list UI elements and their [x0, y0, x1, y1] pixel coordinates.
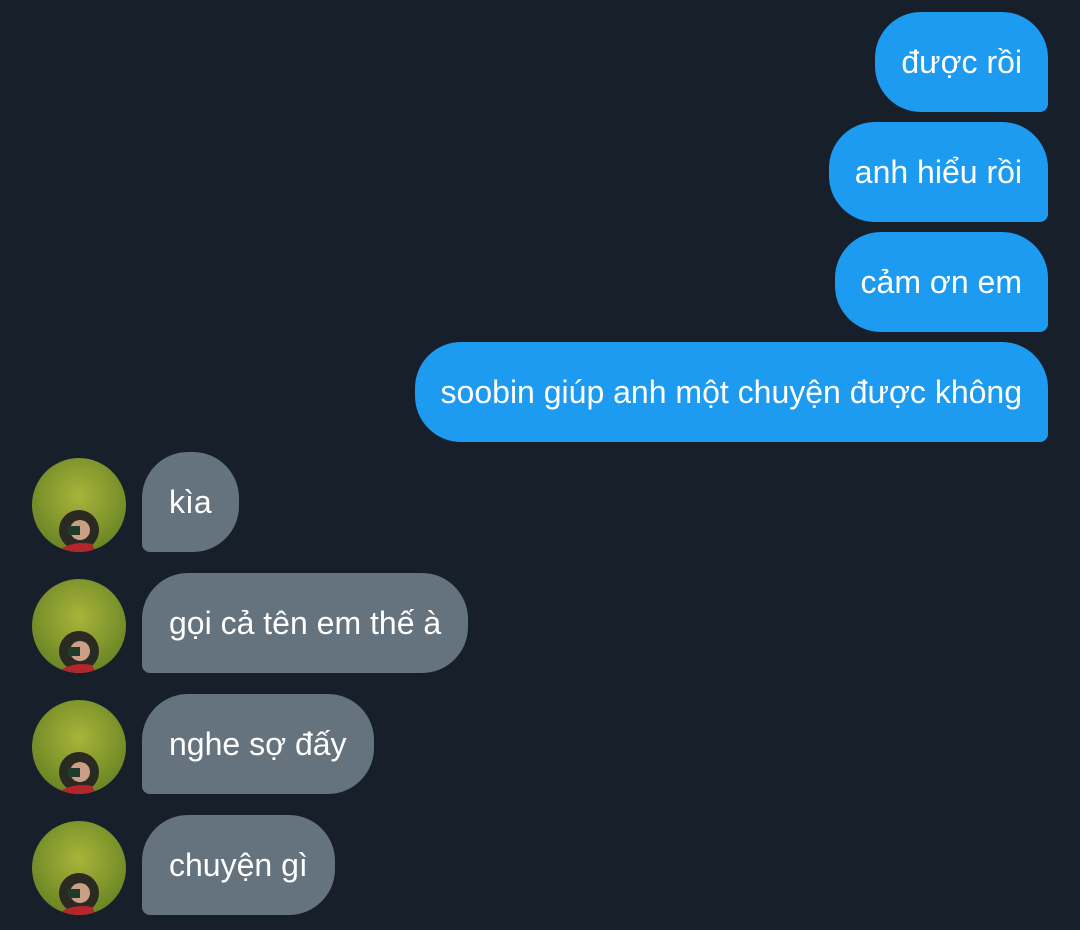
- outgoing-message[interactable]: cảm ơn em: [834, 232, 1048, 332]
- incoming-message[interactable]: gọi cả tên em thế à: [142, 573, 469, 673]
- chat-thread[interactable]: được rồi anh hiểu rồi cảm ơn em soobin g…: [0, 0, 1080, 930]
- outgoing-message[interactable]: được rồi: [875, 12, 1048, 112]
- incoming-message[interactable]: nghe sợ đấy: [142, 694, 374, 794]
- message-text: soobin giúp anh một chuyện được không: [440, 373, 1022, 410]
- contact-avatar[interactable]: [32, 821, 126, 915]
- message-text: nghe sợ đấy: [169, 725, 347, 762]
- avatar-photo-icon: [32, 458, 126, 552]
- contact-avatar[interactable]: [32, 458, 126, 552]
- message-text: cảm ơn em: [860, 263, 1022, 300]
- outgoing-message[interactable]: soobin giúp anh một chuyện được không: [414, 342, 1048, 442]
- message-text: được rồi: [901, 43, 1022, 80]
- incoming-message[interactable]: kìa: [142, 452, 239, 552]
- avatar-photo-icon: [32, 700, 126, 794]
- incoming-message[interactable]: chuyện gì: [142, 815, 335, 915]
- contact-avatar[interactable]: [32, 579, 126, 673]
- avatar-photo-icon: [32, 579, 126, 673]
- message-text: chuyện gì: [169, 846, 308, 883]
- message-text: gọi cả tên em thế à: [169, 604, 442, 641]
- outgoing-message[interactable]: anh hiểu rồi: [828, 122, 1048, 222]
- message-text: kìa: [169, 483, 212, 520]
- contact-avatar[interactable]: [32, 700, 126, 794]
- message-text: anh hiểu rồi: [854, 153, 1022, 190]
- avatar-photo-icon: [32, 821, 126, 915]
